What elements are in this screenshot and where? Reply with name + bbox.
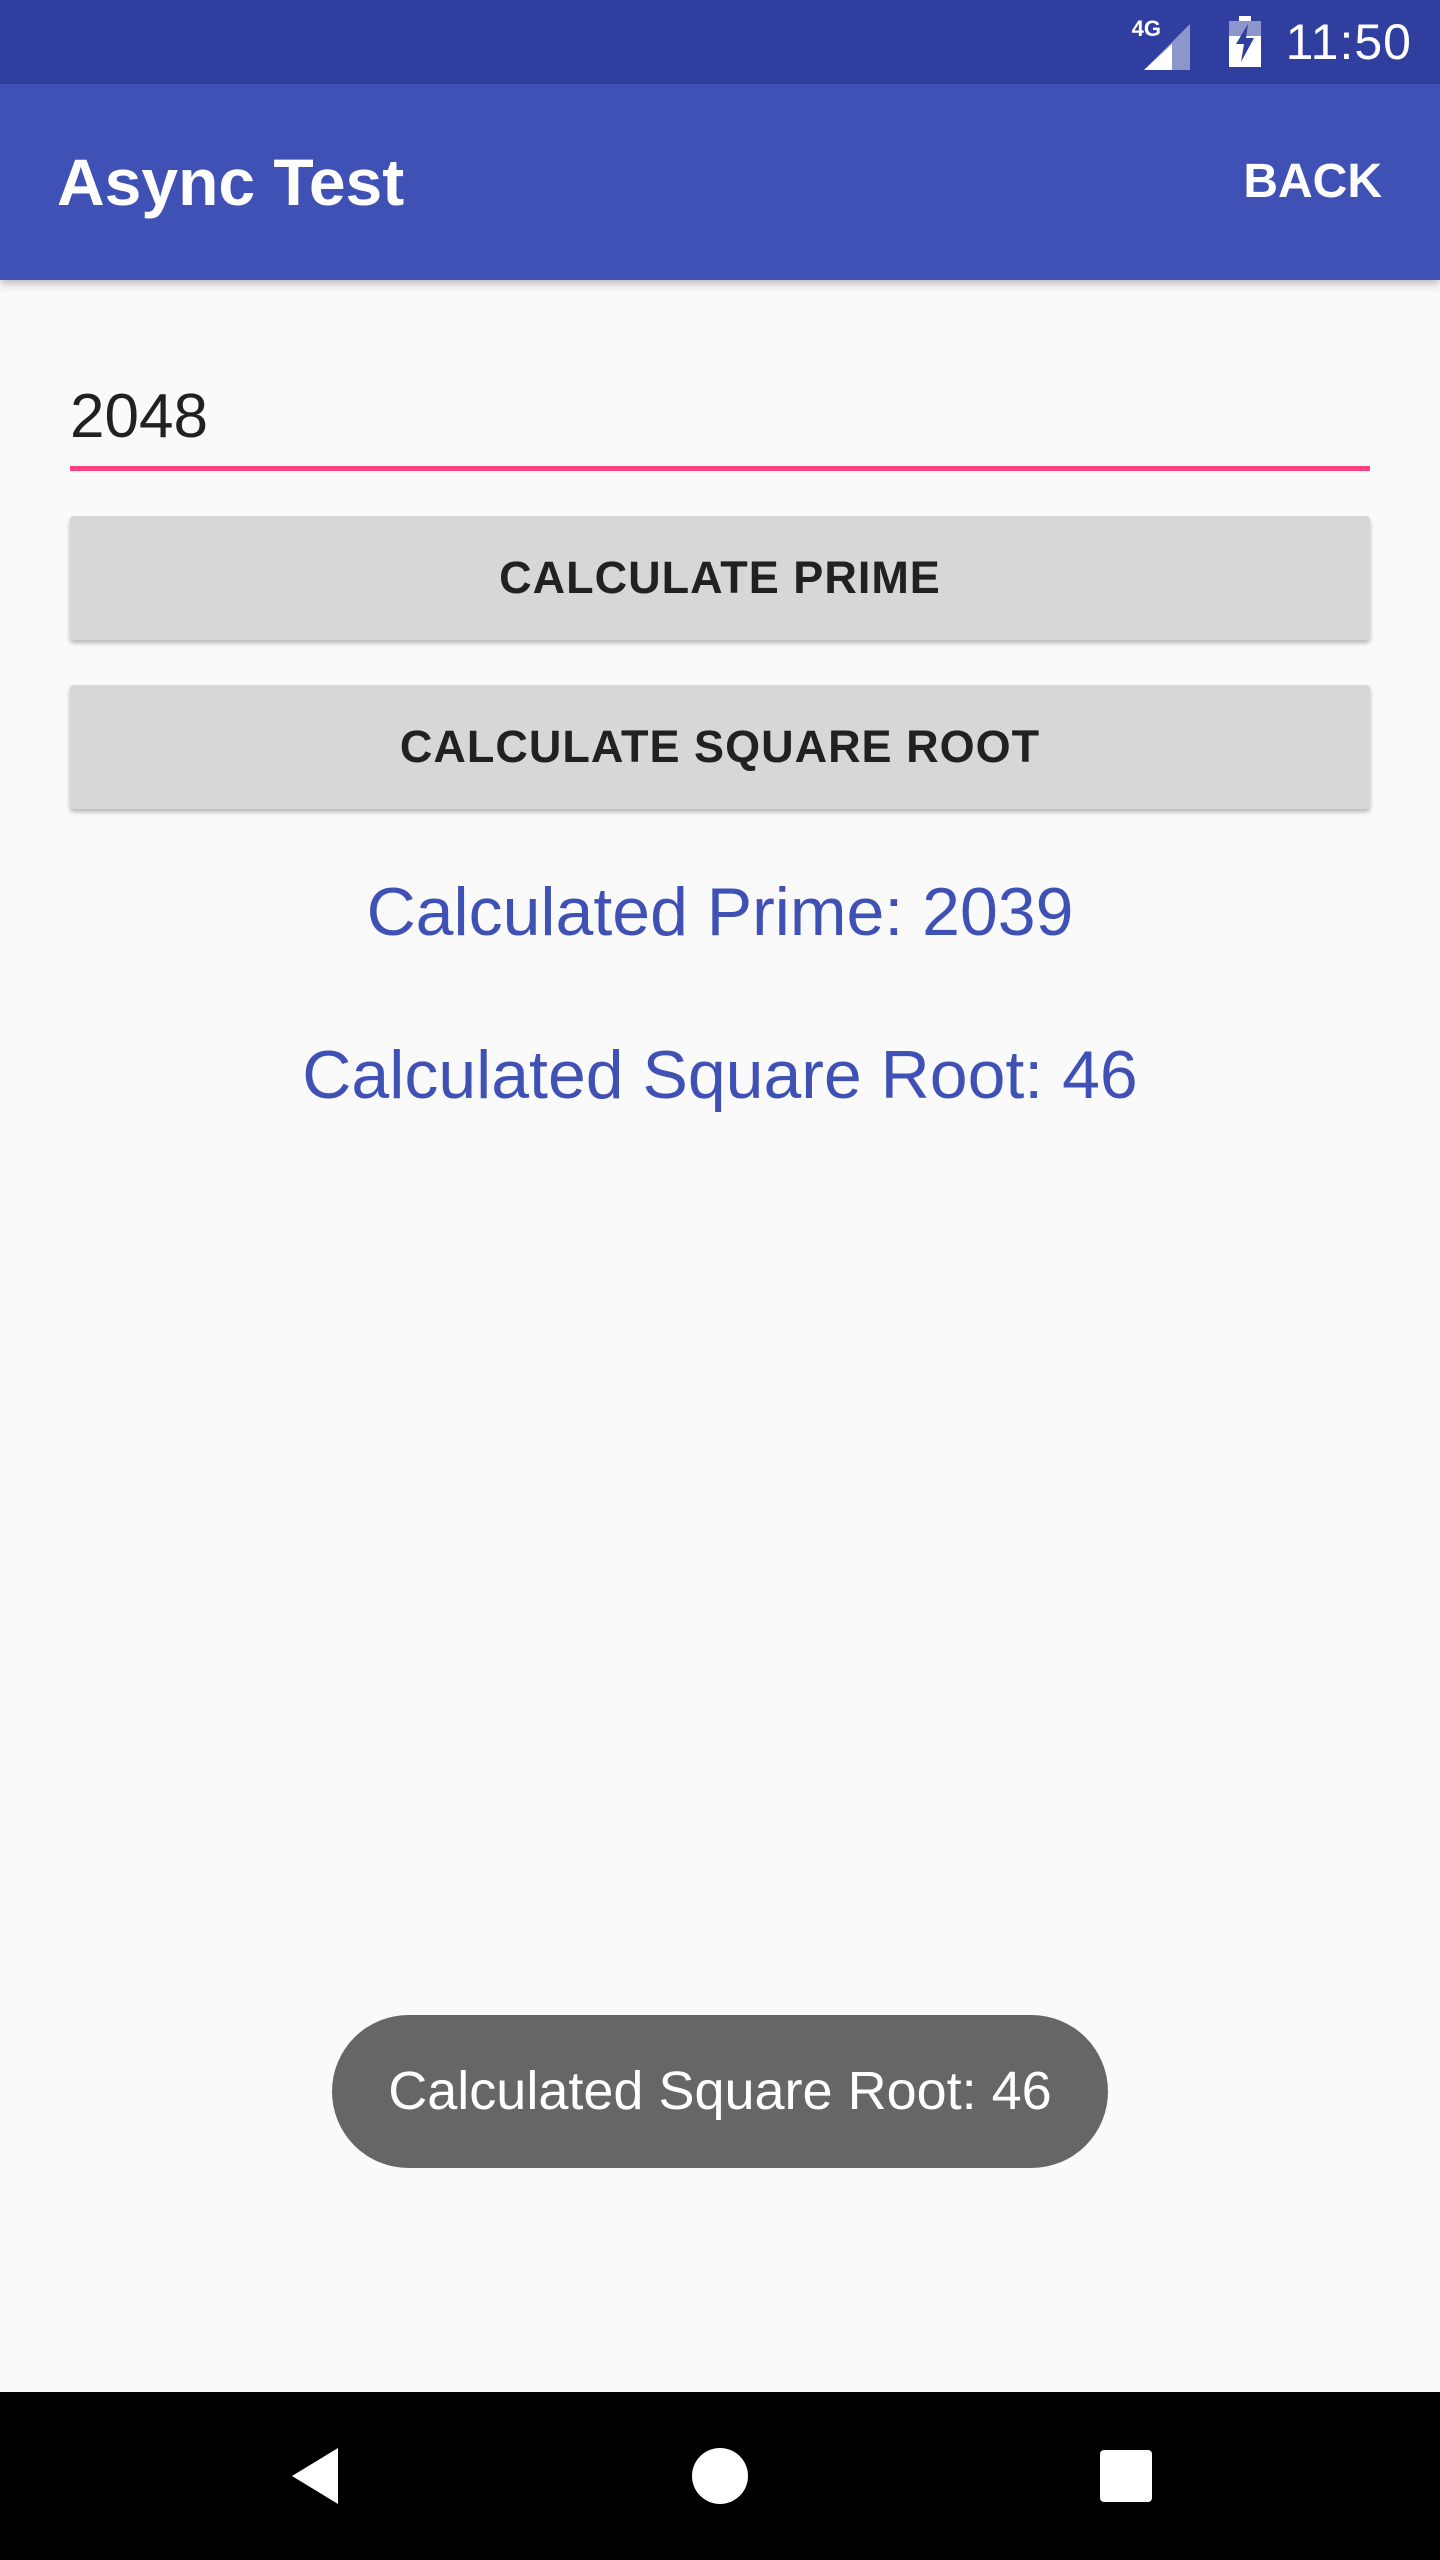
back-triangle-icon [292, 2448, 338, 2504]
calculate-prime-button[interactable]: CALCULATE PRIME [70, 516, 1370, 640]
page-title: Async Test [57, 145, 405, 219]
status-icons: 4G 11:50 [1132, 0, 1412, 84]
nav-home-button[interactable] [670, 2426, 770, 2526]
prime-result-text: Calculated Prime: 2039 [366, 874, 1074, 950]
number-input[interactable] [70, 366, 1370, 471]
status-bar: 4G 11:50 [0, 0, 1440, 84]
calculate-square-root-button[interactable]: CALCULATE SQUARE ROOT [70, 685, 1370, 809]
nav-back-button[interactable] [266, 2426, 366, 2526]
signal-indicator: 4G [1132, 10, 1198, 74]
recents-square-icon [1100, 2450, 1152, 2502]
home-circle-icon [692, 2448, 748, 2504]
toast-message: Calculated Square Root: 46 [332, 2015, 1108, 2168]
screen: 4G 11:50 Async Test BACK CALCULATE PRIME… [0, 0, 1440, 2560]
navigation-bar [0, 2392, 1440, 2560]
battery-charging-icon [1228, 16, 1261, 67]
nav-recents-button[interactable] [1076, 2426, 1176, 2526]
clock: 11:50 [1285, 14, 1412, 70]
back-button[interactable]: BACK [1227, 134, 1398, 230]
square-root-result-text: Calculated Square Root: 46 [302, 1037, 1138, 1113]
app-bar: Async Test BACK [0, 84, 1440, 280]
signal-icon [1143, 24, 1190, 70]
